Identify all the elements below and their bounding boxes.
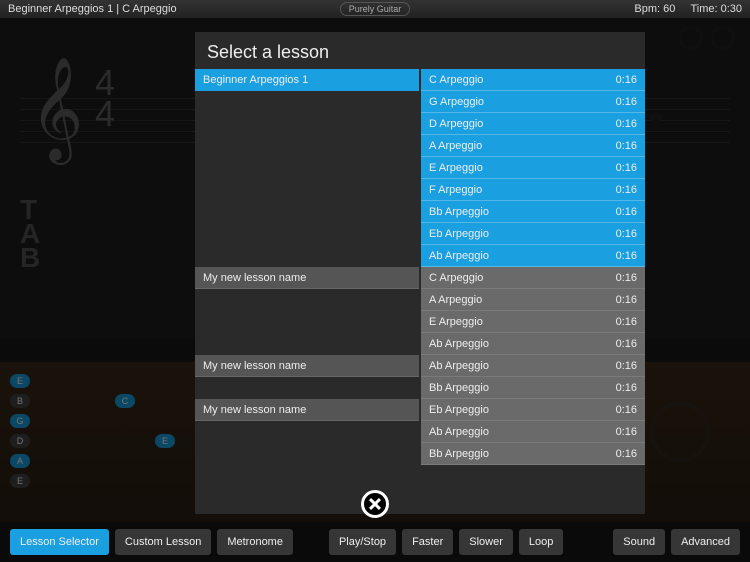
lesson-group-column: Beginner Arpeggios 1 My new lesson name … bbox=[195, 69, 419, 509]
lesson-item[interactable]: Bb Arpeggio0:16 bbox=[421, 443, 645, 465]
lesson-group-item[interactable]: My new lesson name bbox=[195, 267, 419, 289]
faster-button[interactable]: Faster bbox=[402, 529, 453, 555]
lesson-list-unselected-group: C Arpeggio0:16 A Arpeggio0:16 E Arpeggio… bbox=[421, 267, 645, 465]
lesson-item[interactable]: G Arpeggio0:16 bbox=[421, 91, 645, 113]
header-bar: Beginner Arpeggios 1 | C Arpeggio Purely… bbox=[0, 0, 750, 18]
play-stop-button[interactable]: Play/Stop bbox=[329, 529, 396, 555]
lesson-item[interactable]: D Arpeggio0:16 bbox=[421, 113, 645, 135]
lesson-title: Beginner Arpeggios 1 | C Arpeggio bbox=[8, 3, 340, 15]
lesson-item[interactable]: Bb Arpeggio0:16 bbox=[421, 201, 645, 223]
modal-title: Select a lesson bbox=[195, 32, 645, 69]
custom-lesson-button[interactable]: Custom Lesson bbox=[115, 529, 211, 555]
lesson-item[interactable]: Ab Arpeggio0:16 bbox=[421, 355, 645, 377]
bpm-label: Bpm: 60 bbox=[634, 3, 675, 15]
loop-button[interactable]: Loop bbox=[519, 529, 563, 555]
lesson-item[interactable]: Bb Arpeggio0:16 bbox=[421, 377, 645, 399]
lesson-group-item[interactable]: My new lesson name bbox=[195, 399, 419, 421]
advanced-button[interactable]: Advanced bbox=[671, 529, 740, 555]
lesson-item[interactable]: E Arpeggio0:16 bbox=[421, 311, 645, 333]
close-icon[interactable] bbox=[361, 490, 389, 518]
lesson-item[interactable]: Ab Arpeggio0:16 bbox=[421, 245, 645, 267]
lesson-item[interactable]: A Arpeggio0:16 bbox=[421, 289, 645, 311]
sound-button[interactable]: Sound bbox=[613, 529, 665, 555]
lesson-item[interactable]: Eb Arpeggio0:16 bbox=[421, 223, 645, 245]
lesson-selector-modal: Select a lesson Beginner Arpeggios 1 My … bbox=[195, 32, 645, 514]
lesson-item[interactable]: C Arpeggio0:16 bbox=[421, 267, 645, 289]
lesson-item[interactable]: A Arpeggio0:16 bbox=[421, 135, 645, 157]
lesson-item[interactable]: Ab Arpeggio0:16 bbox=[421, 333, 645, 355]
lesson-group-item[interactable]: Beginner Arpeggios 1 bbox=[195, 69, 419, 91]
lesson-item[interactable]: Eb Arpeggio0:16 bbox=[421, 399, 645, 421]
lesson-item[interactable]: Ab Arpeggio0:16 bbox=[421, 421, 645, 443]
lesson-item[interactable]: E Arpeggio0:16 bbox=[421, 157, 645, 179]
header-status: Bpm: 60 Time: 0:30 bbox=[410, 3, 742, 15]
lesson-group-item[interactable]: My new lesson name bbox=[195, 355, 419, 377]
metronome-button[interactable]: Metronome bbox=[217, 529, 293, 555]
slower-button[interactable]: Slower bbox=[459, 529, 513, 555]
lesson-selector-button[interactable]: Lesson Selector bbox=[10, 529, 109, 555]
lesson-list-selected-group: C Arpeggio0:16 G Arpeggio0:16 D Arpeggio… bbox=[421, 69, 645, 267]
time-label: Time: 0:30 bbox=[690, 3, 742, 15]
lesson-list-column: C Arpeggio0:16 G Arpeggio0:16 D Arpeggio… bbox=[421, 69, 645, 509]
lesson-item[interactable]: C Arpeggio0:16 bbox=[421, 69, 645, 91]
footer-toolbar: Lesson Selector Custom Lesson Metronome … bbox=[0, 522, 750, 562]
lesson-item[interactable]: F Arpeggio0:16 bbox=[421, 179, 645, 201]
brand-badge: Purely Guitar bbox=[340, 2, 411, 16]
